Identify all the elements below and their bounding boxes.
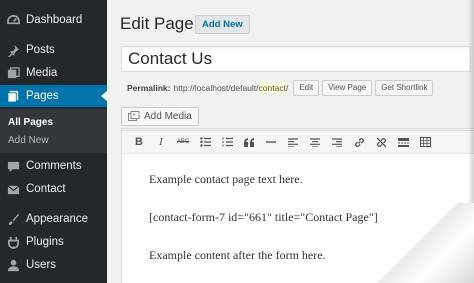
get-shortlink-button[interactable]: Get Shortlink: [375, 80, 434, 96]
sidebar-item-appearance[interactable]: Appearance: [0, 208, 107, 230]
mail-icon: [6, 182, 20, 196]
sidebar-item-label: Appearance: [26, 213, 89, 225]
horizontal-rule-icon[interactable]: [260, 132, 282, 152]
sidebar-item-media[interactable]: Media: [0, 62, 107, 84]
link-icon[interactable]: [348, 132, 370, 152]
sidebar-item-label: Plugins: [26, 236, 64, 248]
toolbar-toggle-icon[interactable]: [414, 132, 436, 152]
page-edge-shadow: [468, 0, 474, 283]
page-title: Edit Page: [120, 14, 194, 33]
view-page-button[interactable]: View Page: [322, 80, 373, 96]
bold-icon[interactable]: B: [128, 132, 150, 152]
user-icon: [6, 258, 20, 272]
permalink-row: Permalink: http://localhost/default/cont…: [127, 80, 434, 96]
align-left-icon[interactable]: [282, 132, 304, 152]
sidebar-item-dashboard[interactable]: Dashboard: [0, 9, 107, 31]
sidebar-item-label: Pages: [26, 90, 59, 102]
align-center-icon[interactable]: [304, 132, 326, 152]
editor-tabs-divider: [121, 128, 474, 129]
sidebar-item-label: Users: [26, 259, 57, 271]
sidebar-item-posts[interactable]: Posts: [0, 39, 107, 61]
read-more-icon[interactable]: [392, 132, 414, 152]
permalink-trailing: /: [285, 83, 289, 93]
comment-icon: [6, 159, 20, 173]
sidebar-item-contact[interactable]: Contact: [0, 178, 107, 200]
sidebar-item-users[interactable]: Users: [0, 254, 107, 276]
unlink-icon[interactable]: [370, 132, 392, 152]
permalink-label: Permalink:: [127, 83, 171, 93]
add-media-label: Add Media: [144, 111, 192, 122]
sidebar-item-label: Comments: [26, 160, 82, 172]
pages-submenu: All Pages Add New: [0, 109, 107, 153]
editor-paragraph: Example content after the form here.: [149, 248, 326, 262]
permalink-slug[interactable]: contact: [258, 83, 286, 93]
main-content: Edit Page Add New Contact Us Permalink: …: [107, 0, 474, 283]
post-title-input[interactable]: Contact Us: [121, 46, 471, 72]
numbered-list-icon[interactable]: [216, 132, 238, 152]
add-media-button[interactable]: Add Media: [121, 107, 199, 126]
permalink-base: http://localhost/default/: [173, 83, 259, 93]
submenu-add-new[interactable]: Add New: [8, 135, 49, 146]
editor-paragraph: Example contact page text here.: [149, 172, 303, 186]
sidebar-item-label: Posts: [26, 44, 55, 56]
pages-icon: [6, 89, 20, 103]
add-media-icon: [128, 111, 140, 122]
submenu-all-pages[interactable]: All Pages: [8, 117, 53, 128]
editor-shortcode: [contact-form-7 id="661" title="Contact …: [149, 210, 378, 224]
sidebar-item-label: Dashboard: [26, 14, 83, 26]
plugin-icon: [6, 235, 20, 249]
pin-icon: [6, 43, 20, 57]
media-icon: [6, 66, 20, 80]
editor-toolbar: B I ABC: [121, 130, 474, 154]
sidebar-item-label: Media: [26, 67, 58, 79]
bullet-list-icon[interactable]: [194, 132, 216, 152]
dashboard-icon: [6, 13, 20, 27]
sidebar-item-comments[interactable]: Comments: [0, 155, 107, 177]
italic-icon[interactable]: I: [150, 132, 172, 152]
sidebar-item-plugins[interactable]: Plugins: [0, 231, 107, 253]
editor-content-area[interactable]: Example contact page text here. [contact…: [121, 154, 474, 283]
admin-sidebar: Dashboard Posts Media Pages All Pages Ad…: [0, 0, 108, 283]
add-new-button[interactable]: Add New: [195, 15, 250, 34]
brush-icon: [6, 212, 20, 226]
align-right-icon[interactable]: [326, 132, 348, 152]
sidebar-item-label: Contact: [26, 183, 66, 195]
sidebar-item-pages[interactable]: Pages: [0, 85, 108, 107]
strikethrough-icon[interactable]: ABC: [172, 132, 194, 152]
blockquote-icon[interactable]: [238, 132, 260, 152]
edit-permalink-button[interactable]: Edit: [293, 80, 320, 96]
